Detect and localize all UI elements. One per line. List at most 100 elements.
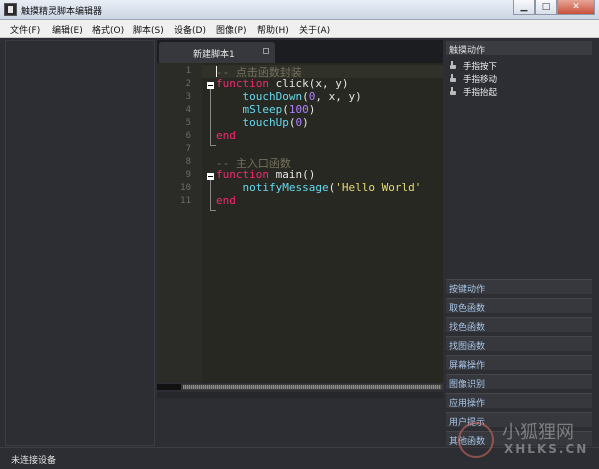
line-number: 11 xyxy=(180,196,191,206)
code-token: 'Hello World' xyxy=(335,181,422,194)
fold-minus-icon[interactable] xyxy=(207,173,214,180)
touch-actions-header[interactable]: 触摸动作 xyxy=(446,41,592,56)
menu-script[interactable]: 脚本(S) xyxy=(133,23,164,36)
hand-icon xyxy=(450,61,458,70)
category-label: 按键动作 xyxy=(449,285,486,295)
category-find-image[interactable]: 找图函数 xyxy=(446,336,592,352)
code-line: touchDown(0, x, y) xyxy=(216,90,362,103)
code-line: end xyxy=(216,129,236,142)
output-panel-splitter[interactable] xyxy=(157,392,443,398)
horizontal-scrollbar[interactable] xyxy=(157,384,443,390)
category-label: 找色函数 xyxy=(449,323,486,333)
action-label: 手指移动 xyxy=(463,75,498,85)
action-label: 手指抬起 xyxy=(463,88,498,98)
menu-bar: 文件(F) 编辑(E) 格式(O) 脚本(S) 设备(D) 图像(P) 帮助(H… xyxy=(0,20,599,38)
tab-label: 新建脚本1 xyxy=(193,50,235,60)
code-token: ) xyxy=(302,116,309,129)
code-token: touchDown xyxy=(216,90,303,103)
code-token: , x, y) xyxy=(315,90,362,103)
code-token: click(x, y) xyxy=(268,77,349,90)
window-controls: ▁ □ ✕ xyxy=(513,0,595,16)
line-number: 6 xyxy=(185,131,191,141)
code-line: function main() xyxy=(216,168,315,181)
code-token: ( xyxy=(302,90,309,103)
hand-icon xyxy=(450,74,458,83)
window-title: 触摸精灵脚本编辑器 xyxy=(21,7,103,17)
line-number: 9 xyxy=(185,170,191,180)
category-app-ops[interactable]: 应用操作 xyxy=(446,393,592,409)
menu-format[interactable]: 格式(O) xyxy=(92,23,124,36)
action-label: 手指按下 xyxy=(463,62,498,72)
editor-tab-strip: 新建脚本1 xyxy=(157,40,443,63)
code-line: notifyMessage('Hello World' xyxy=(216,181,421,194)
fold-guide xyxy=(210,89,211,145)
menu-file[interactable]: 文件(F) xyxy=(10,23,40,36)
line-number: 7 xyxy=(185,144,191,154)
line-number: 4 xyxy=(185,105,191,115)
code-token: function xyxy=(216,168,269,181)
scrollbar-track[interactable] xyxy=(183,385,441,389)
code-token: ( xyxy=(282,103,289,116)
watermark-en: XHLKS.CN xyxy=(504,442,589,456)
fold-guide xyxy=(210,180,211,210)
action-finger-up[interactable]: 手指抬起 xyxy=(450,86,497,98)
menu-edit[interactable]: 编辑(E) xyxy=(52,23,83,36)
code-token: touchUp xyxy=(216,116,289,129)
touch-actions-label: 触摸动作 xyxy=(449,46,486,56)
category-screen-ops[interactable]: 屏幕操作 xyxy=(446,355,592,371)
menu-help[interactable]: 帮助(H) xyxy=(257,23,289,36)
line-number: 3 xyxy=(185,92,191,102)
category-find-color[interactable]: 找色函数 xyxy=(446,317,592,333)
category-pick-color[interactable]: 取色函数 xyxy=(446,298,592,314)
code-token: main() xyxy=(268,168,316,181)
action-finger-down[interactable]: 手指按下 xyxy=(450,60,497,72)
output-panel xyxy=(157,392,443,446)
code-line: mSleep(100) xyxy=(216,103,315,116)
hand-icon xyxy=(450,87,458,96)
minimize-button[interactable]: ▁ xyxy=(513,0,535,15)
code-token: notifyMessage xyxy=(216,181,329,194)
category-label: 图像识别 xyxy=(449,380,486,390)
fold-guide-end xyxy=(210,210,216,211)
code-token: ) xyxy=(308,103,316,116)
line-number: 5 xyxy=(185,118,191,128)
code-token: end xyxy=(216,194,236,207)
tab-script-1[interactable]: 新建脚本1 xyxy=(159,42,275,63)
line-number: 8 xyxy=(185,157,191,167)
code-line: function click(x, y) xyxy=(216,77,348,90)
line-number: 2 xyxy=(185,79,191,89)
connection-status: 未连接设备 xyxy=(11,456,57,466)
action-finger-move[interactable]: 手指移动 xyxy=(450,73,497,85)
maximize-button[interactable]: □ xyxy=(535,0,557,15)
fox-logo-icon xyxy=(458,422,494,458)
code-token: function xyxy=(216,77,269,90)
app-icon xyxy=(4,3,17,16)
line-number-gutter: 1 2 3 4 5 6 7 8 9 10 11 xyxy=(157,63,202,383)
line-number: 1 xyxy=(185,66,191,76)
category-label: 应用操作 xyxy=(449,399,486,409)
code-token: end xyxy=(216,129,236,142)
code-line: end xyxy=(216,194,236,207)
code-token: mSleep xyxy=(216,103,283,116)
watermark: 小狐狸网 XHLKS.CN xyxy=(456,414,596,464)
close-button[interactable]: ✕ xyxy=(557,0,595,15)
title-bar: 触摸精灵脚本编辑器 ▁ □ ✕ xyxy=(0,0,599,20)
category-label: 取色函数 xyxy=(449,304,486,314)
category-key-actions[interactable]: 按键动作 xyxy=(446,279,592,295)
menu-about[interactable]: 关于(A) xyxy=(299,23,330,36)
line-number: 10 xyxy=(180,183,191,193)
fold-guide-end xyxy=(210,145,216,146)
code-token: 100 xyxy=(288,103,309,116)
watermark-cn: 小狐狸网 xyxy=(502,422,574,443)
code-line: touchUp(0) xyxy=(216,116,309,129)
category-label: 屏幕操作 xyxy=(449,361,486,371)
fold-minus-icon[interactable] xyxy=(207,82,214,89)
code-editor[interactable]: 1 2 3 4 5 6 7 8 9 10 11 -- 点击函数封装 functio… xyxy=(157,63,443,383)
tab-close-icon[interactable] xyxy=(263,48,269,54)
menu-image[interactable]: 图像(P) xyxy=(216,23,246,36)
menu-device[interactable]: 设备(D) xyxy=(174,23,206,36)
scrollbar-thumb[interactable] xyxy=(157,384,181,390)
right-panel: 触摸动作 手指按下 手指移动 手指抬起 按键动作 取色函数 找色函数 找图函数 … xyxy=(444,40,594,447)
left-panel xyxy=(5,40,155,446)
category-image-recognition[interactable]: 图像识别 xyxy=(446,374,592,390)
